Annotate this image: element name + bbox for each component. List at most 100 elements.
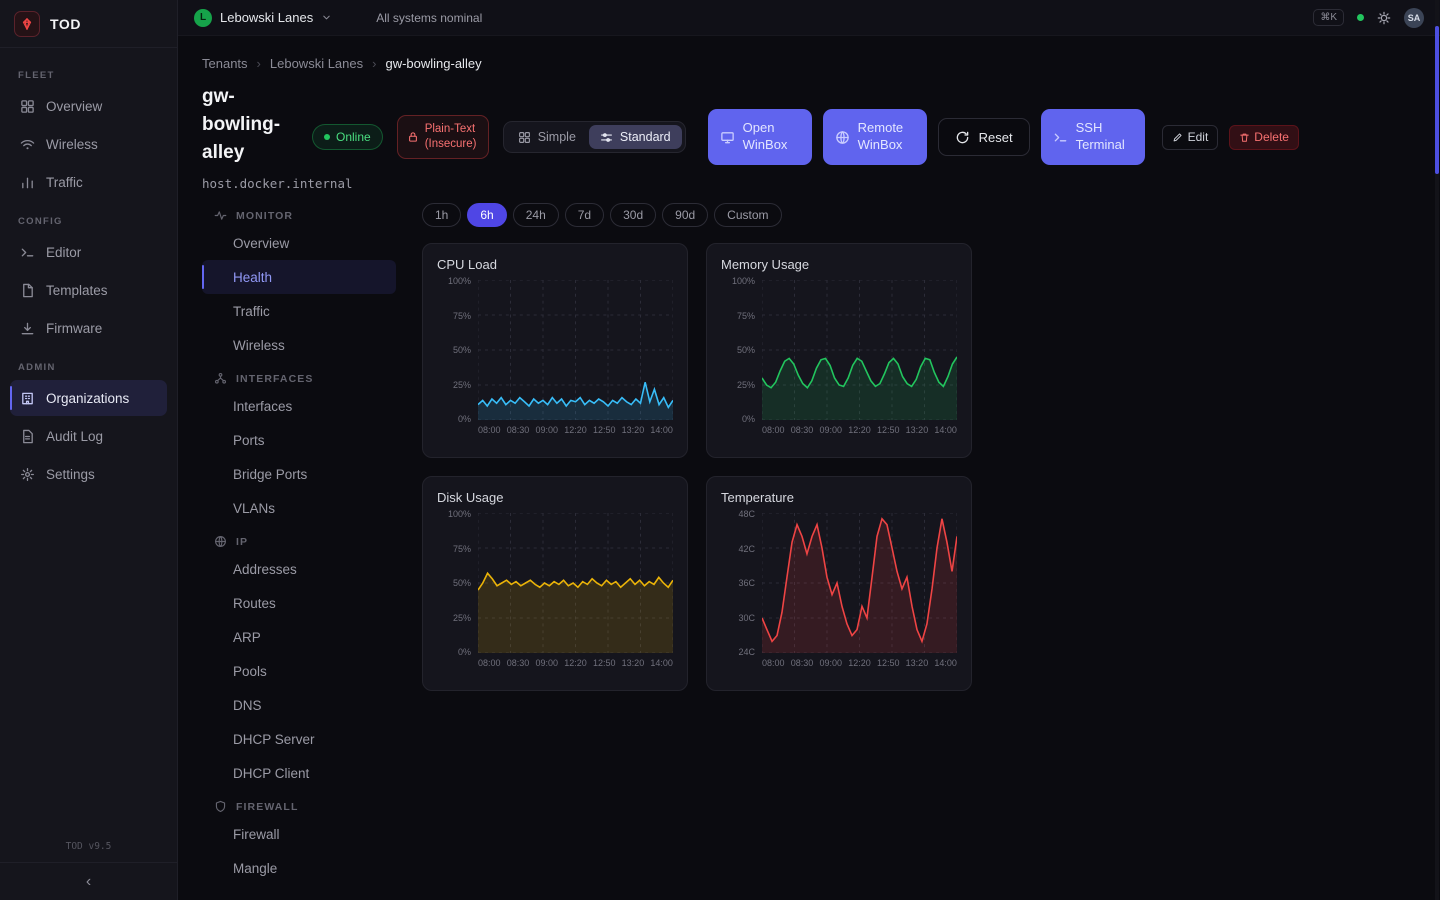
x-tick-label: 08:00 <box>478 425 501 438</box>
subnav-item-bridge-ports[interactable]: Bridge Ports <box>202 457 396 491</box>
sidebar-item-traffic[interactable]: Traffic <box>10 164 167 200</box>
gem-icon <box>20 17 34 31</box>
y-tick-label: 50% <box>453 578 471 588</box>
subnav-item-dhcp-client[interactable]: DHCP Client <box>202 756 396 790</box>
subnav-item-health[interactable]: Health <box>202 260 396 294</box>
chart-card-cpu-load: CPU Load 100%75%50%25%0%08:0008:3009:0012… <box>422 243 688 458</box>
time-range-custom[interactable]: Custom <box>714 203 781 227</box>
view-simple-label: Simple <box>538 130 576 144</box>
chart-x-axis: 08:0008:3009:0012:2012:5013:2014:00 <box>478 653 673 671</box>
delete-button[interactable]: Delete <box>1229 125 1299 150</box>
subnav-item-routes[interactable]: Routes <box>202 586 396 620</box>
chevron-left-icon: ‹ <box>86 873 91 891</box>
subnav-item-pools[interactable]: Pools <box>202 654 396 688</box>
device-host: host.docker.internal <box>202 176 298 191</box>
building-icon <box>20 391 35 406</box>
topbar-right: ⌘K SA <box>1313 8 1424 28</box>
subnav-item-vlans[interactable]: VLANs <box>202 491 396 525</box>
time-range-30d[interactable]: 30d <box>610 203 656 227</box>
tenant-avatar: L <box>194 9 212 27</box>
time-range-24h[interactable]: 24h <box>513 203 559 227</box>
y-tick-label: 42C <box>738 544 755 554</box>
chevron-right-icon: › <box>257 56 261 71</box>
security-warning-label: Plain-Text (Insecure) <box>425 122 479 152</box>
breadcrumb: Tenants › Lebowski Lanes › gw-bowling-al… <box>202 50 1416 83</box>
chart-icon <box>20 175 35 190</box>
sidebar-item-audit-log[interactable]: Audit Log <box>10 418 167 454</box>
x-tick-label: 08:00 <box>478 658 501 671</box>
y-tick-label: 75% <box>453 544 471 554</box>
subnav-item-firewall[interactable]: Firewall <box>202 817 396 851</box>
reset-button[interactable]: Reset <box>938 118 1030 156</box>
y-tick-label: 100% <box>732 276 755 286</box>
chart-area: 100%75%50%25%0%08:0008:3009:0012:2012:50… <box>437 280 673 438</box>
globe-icon <box>214 535 227 548</box>
x-tick-label: 08:30 <box>791 658 814 671</box>
subnav-item-dhcp-server[interactable]: DHCP Server <box>202 722 396 756</box>
sidebar-item-label: Settings <box>46 467 95 482</box>
subnav-item-arp[interactable]: ARP <box>202 620 396 654</box>
sidebar-item-label: Firmware <box>46 321 102 336</box>
content-row: MONITOROverviewHealthTrafficWirelessINTE… <box>202 199 1416 885</box>
subnav-item-mangle[interactable]: Mangle <box>202 851 396 885</box>
sidebar-nav: FLEETOverviewWirelessTrafficCONFIGEditor… <box>0 48 177 494</box>
tenant-selector[interactable]: L Lebowski Lanes <box>194 9 332 27</box>
view-simple-button[interactable]: Simple <box>507 125 587 149</box>
chart-plot <box>478 513 673 653</box>
open-winbox-button[interactable]: Open WinBox <box>708 109 812 165</box>
subnav-item-interfaces[interactable]: Interfaces <box>202 389 396 423</box>
x-tick-label: 13:20 <box>622 658 645 671</box>
device-name: gw-bowling-alley <box>202 83 298 167</box>
y-tick-label: 50% <box>453 345 471 355</box>
time-range-1h[interactable]: 1h <box>422 203 461 227</box>
breadcrumb-tenant[interactable]: Lebowski Lanes <box>270 56 363 71</box>
chart-x-axis: 08:0008:3009:0012:2012:5013:2014:00 <box>478 420 673 438</box>
time-range-6h[interactable]: 6h <box>467 203 506 227</box>
time-range-90d[interactable]: 90d <box>662 203 708 227</box>
scrollbar-thumb[interactable] <box>1435 26 1439 174</box>
subnav-section-monitor: MONITOR <box>202 209 396 222</box>
view-standard-button[interactable]: Standard <box>589 125 682 149</box>
x-tick-label: 14:00 <box>650 658 673 671</box>
edit-button[interactable]: Edit <box>1162 125 1219 150</box>
edit-label: Edit <box>1188 130 1209 144</box>
device-actions: Open WinBox Remote WinBox Reset SSH Term… <box>708 109 1299 165</box>
subnav-item-dns[interactable]: DNS <box>202 688 396 722</box>
user-avatar[interactable]: SA <box>1404 8 1424 28</box>
subnav-section-firewall: FIREWALL <box>202 800 396 813</box>
sidebar-item-editor[interactable]: Editor <box>10 234 167 270</box>
x-tick-label: 12:50 <box>877 425 900 438</box>
sidebar-item-overview[interactable]: Overview <box>10 88 167 124</box>
delete-label: Delete <box>1254 130 1289 144</box>
theme-toggle-sun-icon[interactable] <box>1377 11 1391 25</box>
open-winbox-label: Open WinBox <box>743 120 800 154</box>
subnav-item-wireless[interactable]: Wireless <box>202 328 396 362</box>
sidebar-item-templates[interactable]: Templates <box>10 272 167 308</box>
sidebar-item-firmware[interactable]: Firmware <box>10 310 167 346</box>
sidebar-item-wireless[interactable]: Wireless <box>10 126 167 162</box>
ssh-terminal-button[interactable]: SSH Terminal <box>1041 109 1145 165</box>
sidebar-collapse-button[interactable]: ‹ <box>0 862 177 900</box>
subnav-item-addresses[interactable]: Addresses <box>202 552 396 586</box>
breadcrumb-tenants[interactable]: Tenants <box>202 56 248 71</box>
x-tick-label: 09:00 <box>535 658 558 671</box>
x-tick-label: 09:00 <box>819 425 842 438</box>
subnav-item-traffic[interactable]: Traffic <box>202 294 396 328</box>
chart-cards-grid: CPU Load 100%75%50%25%0%08:0008:3009:0012… <box>422 243 1416 691</box>
chart-area: 100%75%50%25%0%08:0008:3009:0012:2012:50… <box>437 513 673 671</box>
sidebar-item-organizations[interactable]: Organizations <box>10 380 167 416</box>
sidebar-item-settings[interactable]: Settings <box>10 456 167 492</box>
sidebar-item-label: Organizations <box>46 391 129 406</box>
x-tick-label: 12:50 <box>593 425 616 438</box>
lock-icon <box>407 131 419 143</box>
remote-winbox-button[interactable]: Remote WinBox <box>823 109 927 165</box>
command-k-shortcut[interactable]: ⌘K <box>1313 9 1344 26</box>
sidebar-item-label: Editor <box>46 245 81 260</box>
chart-title: CPU Load <box>437 257 673 272</box>
time-range-7d[interactable]: 7d <box>565 203 604 227</box>
subnav-item-overview[interactable]: Overview <box>202 226 396 260</box>
chevron-right-icon: › <box>372 56 376 71</box>
subnav-item-ports[interactable]: Ports <box>202 423 396 457</box>
globe-icon <box>835 130 850 145</box>
x-tick-label: 09:00 <box>819 658 842 671</box>
